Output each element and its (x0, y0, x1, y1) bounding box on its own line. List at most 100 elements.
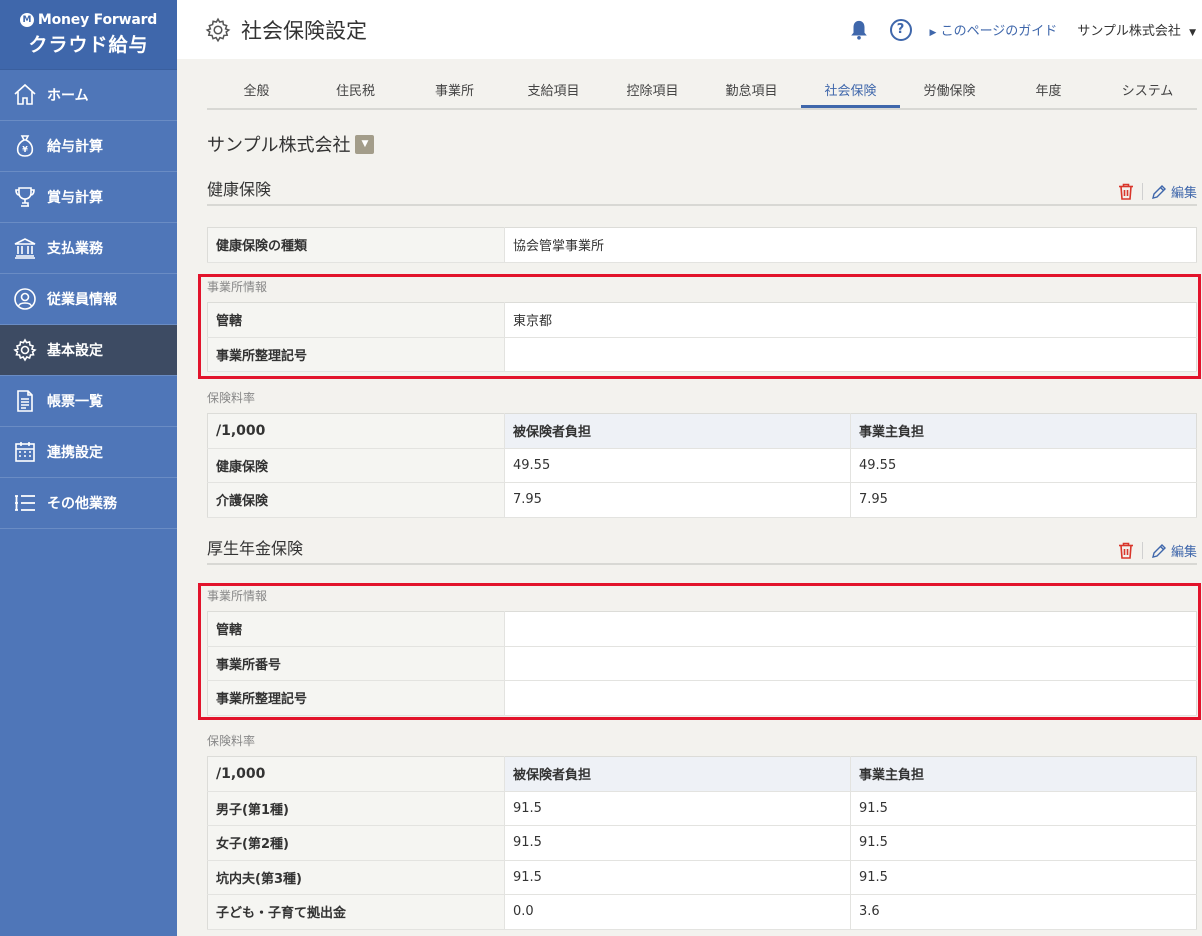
tab-payment-items[interactable]: 支給項目 (504, 78, 603, 108)
company-menu[interactable]: サンプル株式会社 ▼ (1077, 20, 1196, 39)
home-icon (12, 82, 38, 108)
table-row: 健康保険 49.55 49.55 (207, 448, 1197, 483)
divider (1141, 542, 1143, 559)
caret-right-icon: ▶ (929, 28, 937, 38)
sidebar-item-label: ホーム (47, 88, 89, 104)
table-row: 男子(第1種) 91.5 91.5 (207, 791, 1197, 826)
page-header: 社会保険設定 ? ▶ このページのガイド サンプル株式会社 ▼ (177, 0, 1202, 59)
bank-icon (12, 235, 38, 261)
sidebar-item-label: 連携設定 (47, 445, 103, 461)
highlight-box (198, 583, 1201, 720)
document-icon (12, 388, 38, 414)
chevron-down-icon[interactable]: ▼ (355, 134, 375, 154)
employee-rate: 0.0 (504, 894, 851, 930)
tab-resident-tax[interactable]: 住民税 (306, 78, 405, 108)
tab-system[interactable]: システム (1098, 78, 1197, 108)
health-type-value: 協会管掌事業所 (504, 227, 1197, 263)
sidebar-item-label: 給与計算 (47, 139, 103, 155)
money-forward-logo-icon: M (19, 13, 34, 27)
health-rate-table: /1,000 被保険者負担 事業主負担 健康保険 49.55 49.55 介護保… (207, 413, 1197, 518)
sidebar-item-reports[interactable]: 帳票一覧 (0, 376, 177, 427)
employee-rate: 91.5 (504, 791, 851, 826)
divider (1141, 183, 1143, 200)
sidebar-item-label: 従業員情報 (47, 292, 117, 308)
table-row: 子ども・子育て拠出金 0.0 3.6 (207, 894, 1197, 930)
row-label: 子ども・子育て拠出金 (207, 894, 505, 930)
sidebar-item-label: 支払業務 (47, 241, 103, 257)
sidebar-item-integration[interactable]: 連携設定 (0, 427, 177, 478)
brand-logo[interactable]: M Money Forward クラウド給与 (0, 0, 177, 70)
table-header-row: /1,000 被保険者負担 事業主負担 (207, 413, 1197, 449)
highlight-box (198, 274, 1201, 379)
employer-rate: 91.5 (850, 825, 1197, 861)
health-type-table: 健康保険の種類 協会管掌事業所 (207, 227, 1197, 263)
employer-rate: 91.5 (850, 860, 1197, 895)
tab-labor-insurance[interactable]: 労働保険 (900, 78, 999, 108)
company-selector[interactable]: サンプル株式会社 ▼ (207, 131, 375, 157)
tab-office[interactable]: 事業所 (405, 78, 504, 108)
unit-header: /1,000 (207, 756, 505, 792)
pencil-icon (1152, 543, 1166, 558)
employee-rate: 49.55 (504, 448, 851, 483)
health-insurance-header: 健康保険 編集 (207, 176, 1197, 206)
sidebar-item-label: 基本設定 (47, 343, 103, 359)
company-name: サンプル株式会社 (207, 135, 351, 156)
tab-deduction-items[interactable]: 控除項目 (603, 78, 702, 108)
brand-bottom-text: クラウド給与 (28, 34, 149, 56)
sidebar-nav: ホーム ¥ 給与計算 賞与計算 支払業務 従業員情報 基本設定 帳票一覧 連携設… (0, 70, 177, 529)
health-edit-button[interactable]: 編集 (1151, 182, 1197, 201)
sidebar-item-payroll[interactable]: ¥ 給与計算 (0, 121, 177, 172)
employee-rate: 7.95 (504, 482, 851, 518)
pension-edit-button[interactable]: 編集 (1151, 541, 1197, 560)
pension-title: 厚生年金保険 (207, 539, 304, 558)
sidebar: M Money Forward クラウド給与 ホーム ¥ 給与計算 賞与計算 支… (0, 0, 177, 936)
pension-rate-table: /1,000 被保険者負担 事業主負担 男子(第1種) 91.5 91.5 女子… (207, 756, 1197, 930)
tab-year[interactable]: 年度 (999, 78, 1098, 108)
tab-social-insurance[interactable]: 社会保険 (801, 78, 900, 108)
employee-header: 被保険者負担 (504, 413, 851, 449)
page-title: 社会保険設定 (241, 18, 367, 43)
employer-header: 事業主負担 (850, 756, 1197, 792)
sidebar-item-employees[interactable]: 従業員情報 (0, 274, 177, 325)
health-insurance-title: 健康保険 (207, 180, 272, 199)
gear-icon (205, 17, 231, 42)
table-row: 坑内夫(第3種) 91.5 91.5 (207, 860, 1197, 895)
page-guide-link[interactable]: ▶ このページのガイド (930, 20, 1058, 39)
trash-icon[interactable] (1118, 183, 1134, 200)
table-header-row: /1,000 被保険者負担 事業主負担 (207, 756, 1197, 792)
employer-rate: 3.6 (850, 894, 1197, 930)
bell-icon[interactable] (848, 19, 870, 41)
money-bag-icon: ¥ (12, 133, 38, 159)
employee-rate: 91.5 (504, 860, 851, 895)
gear-icon (12, 337, 38, 363)
health-type-label: 健康保険の種類 (207, 227, 505, 263)
trash-icon[interactable] (1118, 542, 1134, 559)
sidebar-item-settings[interactable]: 基本設定 (0, 325, 177, 376)
row-label: 女子(第2種) (207, 825, 505, 861)
caret-down-icon: ▼ (1189, 28, 1196, 38)
employer-rate: 91.5 (850, 791, 1197, 826)
sidebar-item-label: その他業務 (47, 496, 117, 512)
table-row: 健康保険の種類 協会管掌事業所 (207, 227, 1197, 263)
health-rate-subtitle: 保険料率 (207, 391, 256, 405)
row-label: 坑内夫(第3種) (207, 860, 505, 895)
table-row: 介護保険 7.95 7.95 (207, 482, 1197, 518)
trophy-icon (12, 184, 38, 210)
sidebar-item-home[interactable]: ホーム (0, 70, 177, 121)
employee-rate: 91.5 (504, 825, 851, 861)
row-label: 健康保険 (207, 448, 505, 483)
tab-general[interactable]: 全般 (207, 78, 306, 108)
row-label: 介護保険 (207, 482, 505, 518)
pension-rate-subtitle: 保険料率 (207, 734, 256, 748)
sidebar-item-payment[interactable]: 支払業務 (0, 223, 177, 274)
employer-rate: 7.95 (850, 482, 1197, 518)
help-icon[interactable]: ? (889, 18, 912, 41)
user-icon (12, 286, 38, 312)
sidebar-item-other[interactable]: その他業務 (0, 478, 177, 529)
employer-rate: 49.55 (850, 448, 1197, 483)
calendar-icon (12, 439, 38, 465)
settings-tabs: 全般 住民税 事業所 支給項目 控除項目 勤怠項目 社会保険 労働保険 年度 シ… (207, 78, 1197, 110)
tab-attendance-items[interactable]: 勤怠項目 (702, 78, 801, 108)
sidebar-item-bonus[interactable]: 賞与計算 (0, 172, 177, 223)
svg-text:¥: ¥ (22, 145, 28, 154)
